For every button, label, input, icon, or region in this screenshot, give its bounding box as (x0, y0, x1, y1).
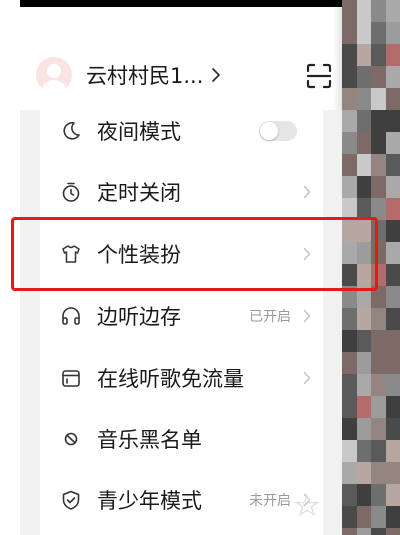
chevron-right-icon (212, 68, 221, 82)
chevron-right-icon (303, 309, 311, 323)
status-bar (20, 0, 342, 7)
menu-item-label: 青少年模式 (97, 489, 202, 513)
menu-item-night-mode[interactable]: 夜间模式 (40, 100, 323, 162)
menu-item-label: 音乐黑名单 (97, 428, 202, 452)
scan-icon[interactable] (305, 62, 333, 90)
sim-card-icon (62, 370, 80, 387)
timer-icon (62, 182, 80, 202)
shield-icon (62, 490, 80, 510)
username[interactable]: 云村村民1... (86, 60, 203, 90)
drawer-gutter-left (20, 110, 40, 535)
menu-item-label: 边听边存 (97, 305, 181, 329)
menu-item-teen-mode[interactable]: 青少年模式 未开启 (40, 469, 323, 531)
highlight-box (11, 217, 378, 291)
menu-item-label: 在线听歌免流量 (97, 367, 244, 391)
menu-item-label: 夜间模式 (97, 120, 181, 144)
drawer-gutter-right (323, 110, 342, 535)
menu-item-free-data[interactable]: 在线听歌免流量 (40, 347, 323, 409)
user-profile-entry[interactable]: 云村村民1... (36, 55, 221, 95)
chevron-right-icon (303, 371, 311, 385)
avatar[interactable] (36, 57, 72, 93)
moon-icon (63, 122, 80, 140)
block-icon (64, 432, 78, 446)
menu-item-timer-off[interactable]: 定时关闭 (40, 161, 323, 223)
status-text: 未开启 (249, 493, 291, 509)
watermark-logo-icon (294, 493, 320, 517)
menu-item-label: 定时关闭 (97, 181, 181, 205)
headphones-icon (62, 307, 80, 325)
status-text: 已开启 (249, 309, 291, 325)
menu-item-blocklist[interactable]: 音乐黑名单 (40, 408, 323, 470)
chevron-right-icon (303, 185, 311, 199)
menu-item-listen-cache[interactable]: 边听边存 已开启 (40, 285, 323, 347)
night-mode-toggle[interactable] (259, 121, 297, 141)
watermark (290, 487, 400, 535)
